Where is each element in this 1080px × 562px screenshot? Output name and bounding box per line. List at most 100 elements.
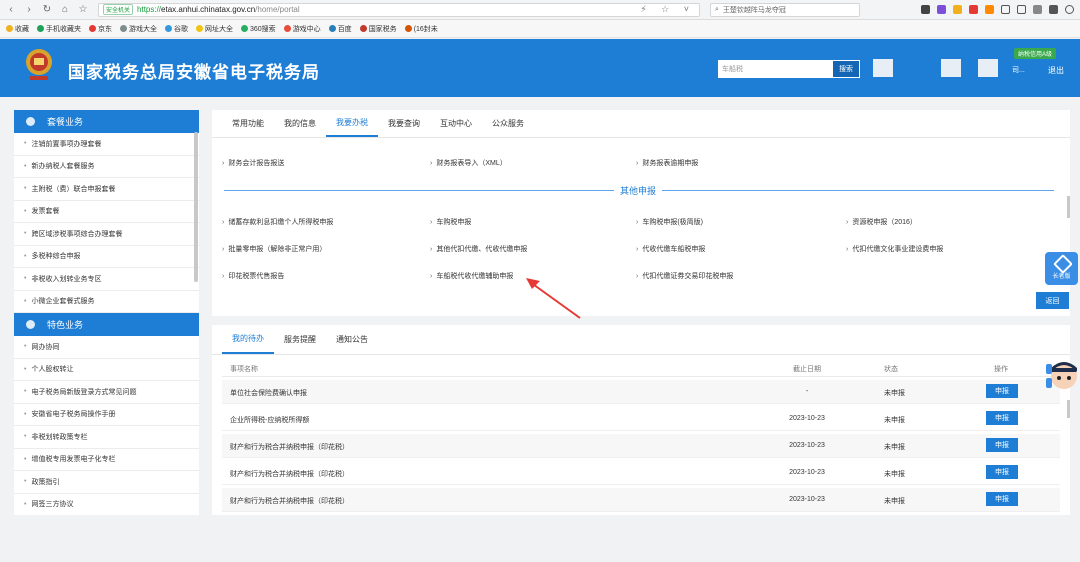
extension-icon[interactable] [969,5,978,14]
bookmark-item[interactable]: 京东 [89,24,112,34]
sidebar: 套餐业务 注销前置事项办理套餐 新办纳税人套餐服务 主附税（费）联合申报套餐 发… [14,110,199,515]
service-panel: 常用功能 我的信息 我要办税 我要查询 互动中心 公众服务 财务会计报告报送 财… [212,110,1070,316]
tab-query[interactable]: 我要查询 [378,110,430,137]
sidebar-item[interactable]: 电子税务局新版登录方式常见问题 [14,381,199,404]
service-link[interactable]: 储蓄存款利息扣缴个人所得税申报 [222,217,333,227]
service-link[interactable]: 印花税票代售报告 [222,271,284,281]
forward-icon[interactable]: › [22,3,36,17]
home-icon[interactable]: ⌂ [58,3,72,17]
service-link[interactable]: 代收代缴车船税申报 [636,244,705,254]
sidebar-item[interactable]: 跨区域涉税事项综合办理套餐 [14,223,199,246]
sidebar-scrollbar[interactable] [194,132,198,282]
sidebar-item[interactable]: 安徽省电子税务局操作手册 [14,404,199,426]
reload-icon[interactable]: ↻ [40,3,54,17]
declare-button[interactable]: 申报 [986,411,1018,425]
service-link[interactable]: 其他代扣代缴、代收代缴申报 [430,244,527,254]
sidebar-item[interactable]: 注销前置事项办理套餐 [14,133,199,156]
search-icon: ⌕ [715,5,719,13]
back-icon[interactable]: ‹ [4,3,18,17]
extension-icon[interactable] [953,5,962,14]
sidebar-item[interactable]: 多税种综合申报 [14,246,199,268]
elder-mode-button[interactable]: 长者版 [1045,252,1078,285]
service-link[interactable]: 财务会计报告报送 [222,158,284,168]
sidebar-item[interactable]: 网办协同 [14,336,199,359]
sidebar-item[interactable]: 非税收入划转业务专区 [14,268,199,291]
service-link[interactable]: 代扣代缴文化事业建设费申报 [846,244,943,254]
menu-icon[interactable] [1033,5,1042,14]
main-tabs: 常用功能 我的信息 我要办税 我要查询 互动中心 公众服务 [212,110,1070,138]
browser-toolbar: ‹ › ↻ ⌂ ☆ 安全机关 https:// etax.anhui.china… [0,0,1080,20]
bookmark-item[interactable]: 游戏中心 [283,24,321,34]
site-search-input[interactable] [718,60,832,78]
user-info-masked [873,59,893,77]
tab-common[interactable]: 常用功能 [222,110,274,137]
tab-public-service[interactable]: 公众服务 [482,110,534,137]
service-link[interactable]: 财务报表导入（XML） [430,158,506,168]
sidebar-item[interactable]: 发票套餐 [14,201,199,223]
table-row: 企业所得税-应纳税所得额 2023-10-23 未申报 申报 [222,407,1060,431]
sidebar-item[interactable]: 增值税专用发票电子化专栏 [14,449,199,471]
sidebar-section-package[interactable]: 套餐业务 [14,110,199,133]
declare-button[interactable]: 申报 [986,465,1018,479]
page-scrollbar[interactable] [1067,400,1070,418]
address-bar[interactable]: 安全机关 https:// etax.anhui.chinatax.gov.cn… [98,2,700,17]
todo-panel: 我的待办 服务提醒 通知公告 事项名称 截止日期 状态 操作 单位社会保险费确认… [212,325,1070,515]
cut-icon[interactable] [921,5,930,14]
sidebar-item[interactable]: 网签三方协议 [14,494,199,516]
package-icon [26,117,35,126]
window-icon[interactable] [1017,5,1026,14]
tab-notice[interactable]: 通知公告 [326,325,378,354]
bookmark-item[interactable]: 百度 [328,24,352,34]
extension-icon[interactable] [937,5,946,14]
table-row: 财产和行为税合并纳税申报（印花税） 2023-10-23 未申报 申报 [222,461,1060,485]
declare-button[interactable]: 申报 [986,492,1018,506]
bookmark-item[interactable]: 游戏大全 [120,24,157,34]
service-link[interactable]: 代扣代缴证券交易印花税申报 [636,271,733,281]
site-search: 搜索 [718,60,860,78]
sidebar-item[interactable]: 主附税（费）联合申报套餐 [14,178,199,201]
tab-service-reminder[interactable]: 服务提醒 [274,325,326,354]
bookmark-item[interactable]: 收藏 [6,24,29,34]
site-header: 国家税务总局安徽省电子税务局 搜索 [0,39,1080,97]
declare-button[interactable]: 申报 [986,384,1018,398]
download-icon[interactable] [1049,5,1058,14]
table-header: 事项名称 截止日期 状态 操作 [222,357,1060,377]
other-declaration-title: 其他申报 [614,184,663,197]
star-icon[interactable]: ☆ [76,3,90,17]
sidebar-item[interactable]: 个人股权转让 [14,359,199,381]
undo-icon[interactable] [1065,5,1074,14]
service-link[interactable]: 财务报表逾期申报 [636,158,698,168]
user-name[interactable]: 司... [1012,65,1025,75]
return-button[interactable]: 返回 [1036,292,1069,309]
service-link[interactable]: 资源税申报（2016） [846,217,917,227]
bookmark-item[interactable]: 手机收藏夹 [37,24,81,34]
sidebar-item[interactable]: 政策指引 [14,471,199,494]
screenshot-icon[interactable] [1001,5,1010,14]
user-info-masked [978,59,998,77]
sidebar-item[interactable]: 新办纳税人套餐服务 [14,156,199,178]
extension-icon[interactable] [985,5,994,14]
sidebar-item[interactable]: 小微企业套餐式服务 [14,291,199,313]
bookmark-item[interactable]: (16封未 [404,24,438,34]
address-actions-icon[interactable]: ⚡ ☆ ˅ [640,4,695,15]
service-link[interactable]: 车购税申报(极简版) [636,217,703,227]
service-link-vehicle-vessel-tax[interactable]: 车船税代收代缴辅助申报 [430,271,513,281]
logout-link[interactable]: 退出 [1048,65,1064,76]
tab-my-todo[interactable]: 我的待办 [222,325,274,354]
browser-search-input[interactable]: ⌕ 王楚钦越阵马龙夺冠 [710,2,860,17]
tab-interaction[interactable]: 互动中心 [430,110,482,137]
sidebar-item[interactable]: 非税划转政策专栏 [14,426,199,449]
bookmark-item[interactable]: 网址大全 [196,24,233,34]
site-search-button[interactable]: 搜索 [832,60,860,78]
service-link[interactable]: 车购税申报 [430,217,471,227]
tab-my-info[interactable]: 我的信息 [274,110,326,137]
page-scrollbar[interactable] [1067,196,1070,218]
assistant-avatar-icon[interactable] [1044,356,1080,394]
bookmark-item[interactable]: 国家税务 [359,24,397,34]
bookmark-item[interactable]: 谷歌 [165,24,188,34]
declare-button[interactable]: 申报 [986,438,1018,452]
bookmark-item[interactable]: 360搜索 [241,24,276,34]
sidebar-section-feature[interactable]: 特色业务 [14,313,199,336]
service-link[interactable]: 批量零申报（解除非正常户用） [222,244,326,254]
tab-tax-handling[interactable]: 我要办税 [326,110,378,137]
